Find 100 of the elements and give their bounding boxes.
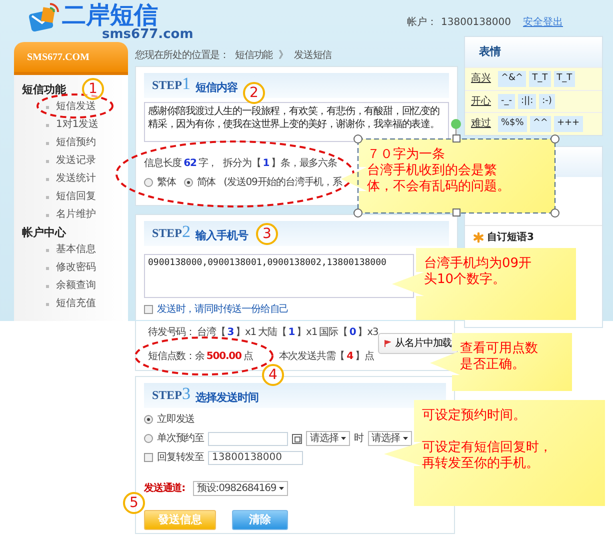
group-count: 0 — [349, 326, 356, 340]
emoticon-chip[interactable]: T_T — [529, 71, 551, 86]
bullet-icon — [46, 124, 49, 126]
load-contacts-button[interactable]: 从名片中加载 — [378, 333, 458, 354]
account-link[interactable]: 13800138000 — [441, 15, 511, 30]
sidebar-item[interactable]: 名片维护 — [56, 206, 96, 224]
sidebar-item[interactable]: 短信回复 — [56, 188, 96, 206]
emoticon-chip[interactable]: T_T — [554, 71, 576, 86]
emoticon-chip[interactable]: +++ — [554, 116, 583, 132]
sidebar-item[interactable]: 余额查询 — [56, 277, 96, 295]
flag-icon — [384, 340, 392, 347]
calendar-icon[interactable] — [292, 434, 302, 444]
phone-field[interactable]: 13800138000 — [208, 450, 304, 464]
breadcrumb-separator: 》 — [278, 49, 288, 63]
asterisk-icon — [473, 232, 484, 242]
emoticon-chip[interactable]: :-) — [539, 94, 555, 109]
sidebar-item[interactable]: 短信预约 — [56, 134, 96, 152]
step-marker: 3 — [256, 223, 278, 245]
checkbox[interactable] — [144, 305, 153, 314]
phrase-item[interactable]: 自订短语3 — [487, 230, 534, 244]
bullet-icon — [46, 248, 49, 252]
group-rate: 】x1 — [296, 326, 318, 340]
pending-label: 待发号码： — [148, 326, 196, 340]
bullet-icon — [46, 142, 49, 144]
minute-select[interactable]: 请选择 — [368, 431, 412, 446]
group-count: 1 — [288, 326, 295, 340]
date-field[interactable] — [208, 432, 288, 446]
breadcrumb-item: 发送短信 — [294, 49, 332, 63]
caret-icon — [341, 437, 346, 440]
balance-unit: 点 — [243, 350, 253, 364]
bullet-icon — [46, 106, 49, 108]
emoticon-chip[interactable]: -_- — [498, 94, 515, 109]
hour-select[interactable]: 请选择 — [306, 431, 350, 446]
emoticon-chip[interactable]: ^&^ — [498, 71, 526, 86]
bullet-icon — [46, 302, 49, 306]
step-marker: 2 — [243, 82, 265, 104]
sidebar-item[interactable]: 1对1发送 — [56, 116, 99, 134]
step-marker: 1 — [82, 78, 104, 100]
radio-button[interactable] — [184, 178, 193, 187]
group-rate: 】x3 — [358, 326, 378, 340]
channel-label: 发送通道: — [144, 482, 185, 496]
cost-value: 4 — [346, 350, 353, 364]
radio-label: 繁体 — [157, 176, 176, 190]
encoding-note: (发送09开始的台湾手机，系 — [224, 176, 342, 190]
group-name: 台湾【 — [197, 326, 226, 340]
sidebar-item[interactable]: 发送统计 — [56, 170, 96, 188]
emoticon-chip[interactable]: ^^ — [530, 116, 551, 132]
bullet-icon — [46, 284, 49, 288]
logo-subtitle: sms677.com — [102, 28, 194, 41]
checkbox-label: 发送时，请同时传送一份给自己 — [157, 302, 289, 317]
length-label: 信息长度 — [144, 156, 182, 171]
cost-label: 本次发送共需【 — [278, 350, 345, 364]
balance-value: 500.00 — [206, 350, 242, 364]
sidebar-item[interactable]: 基本信息 — [56, 241, 96, 259]
group-name: 国际【 — [319, 326, 348, 340]
split-count: 1 — [262, 157, 270, 171]
step-title: 短信内容 — [196, 80, 238, 96]
breadcrumb-label: 您现在所处的位置是： — [135, 48, 230, 63]
recipients-field[interactable]: 0900138000,0900138001,0900138002,13800138000 — [144, 254, 414, 298]
step-title: 选择发送时间 — [196, 390, 259, 406]
logout-link[interactable]: 安全登出 — [523, 15, 563, 30]
hour-unit: 时 — [354, 432, 364, 446]
checkbox[interactable] — [144, 453, 153, 462]
cost-label: 】点 — [354, 350, 374, 364]
emoticon-category[interactable]: 开心 — [471, 94, 495, 109]
emoticon-chip[interactable]: :||: — [518, 94, 536, 109]
step-label: STEP1 — [152, 72, 191, 94]
step-title: 输入手机号 — [196, 228, 248, 244]
step-marker: 5 — [123, 492, 145, 514]
emoticon-category[interactable]: 难过 — [471, 116, 495, 132]
radio-label: 简体 — [196, 176, 216, 190]
sidebar-item[interactable]: 修改密码 — [56, 259, 96, 277]
sidebar-item[interactable]: 短信充值 — [56, 295, 96, 313]
step-label: STEP3 — [152, 382, 191, 404]
sidebar-item[interactable]: 发送记录 — [56, 152, 96, 170]
bullet-icon — [46, 214, 49, 216]
radio-button[interactable] — [144, 178, 153, 187]
group-rate: 】x1 — [236, 326, 256, 340]
group-count: 3 — [227, 326, 234, 340]
emoticon-category[interactable]: 高兴 — [471, 71, 495, 86]
radio-label: 单次预约至 — [157, 432, 204, 446]
account-label: 帐户： — [407, 16, 437, 30]
step-marker: 4 — [262, 364, 284, 386]
radio-button[interactable] — [144, 434, 153, 443]
section-title: 短信功能 — [22, 82, 66, 98]
emoticon-chip[interactable]: %$% — [498, 116, 527, 132]
bullet-icon — [46, 196, 49, 198]
group-name: 大陆【 — [258, 326, 286, 340]
split-label: 拆分为【 — [223, 156, 261, 171]
radio-button[interactable] — [144, 415, 153, 424]
length-unit: 字， — [198, 156, 218, 171]
channel-select[interactable]: 预设:0982684169 — [193, 481, 288, 496]
bullet-icon — [46, 160, 49, 162]
breadcrumb-item[interactable]: 短信功能 — [235, 48, 273, 63]
caret-icon — [279, 487, 284, 490]
section-title: 帐户中心 — [22, 225, 66, 241]
annotation-tooltip: ７０字为一条 台湾手机收到的会是繁 体，不会有乱码的问题。 — [341, 139, 555, 213]
checkbox-label: 回复转发至 — [157, 451, 204, 465]
sidebar-title: SMS677.COM — [14, 42, 128, 75]
bullet-icon — [46, 178, 49, 180]
